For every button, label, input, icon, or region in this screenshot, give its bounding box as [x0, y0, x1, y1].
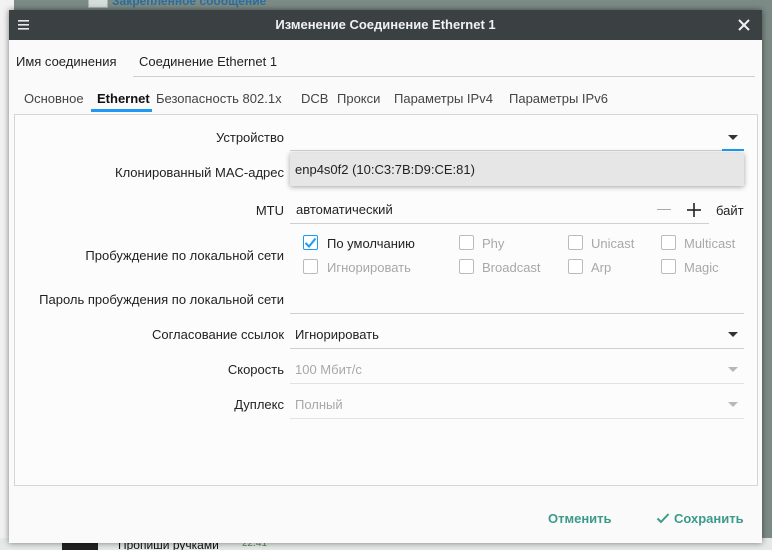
speed-underline: [290, 383, 744, 384]
device-underline: [290, 150, 722, 151]
edit-connection-dialog: Изменение Соединение Ethernet 1 Имя соед…: [9, 10, 762, 543]
tab-ipv6[interactable]: Параметры IPv6: [509, 91, 608, 106]
device-label: Устройство: [215, 130, 284, 145]
cancel-button[interactable]: Отменить: [548, 511, 612, 526]
device-dropdown-popup: enp4s0f2 (10:C3:7B:D9:CE:81): [290, 153, 744, 186]
speed-dropdown-arrow-icon[interactable]: [728, 367, 738, 372]
link-negotiation-label: Согласование ссылок: [151, 327, 284, 342]
connection-name-label: Имя соединения: [16, 54, 117, 69]
wol-phy-checkbox[interactable]: [459, 235, 474, 250]
background-pinned-message: Закрепленное сообщение: [112, 0, 267, 8]
duplex-label: Дуплекс: [234, 397, 284, 412]
wol-magic-checkbox[interactable]: [661, 259, 676, 274]
wol-arp-checkbox[interactable]: [568, 259, 583, 274]
link-negotiation-underline: [290, 348, 744, 349]
active-tab-indicator: [91, 109, 152, 112]
speed-combobox[interactable]: 100 Мбит/с: [295, 362, 715, 377]
mtu-label: MTU: [255, 203, 284, 218]
speed-label: Скорость: [227, 362, 284, 377]
title-bar: Изменение Соединение Ethernet 1: [9, 10, 762, 40]
wol-ignore-checkbox[interactable]: [303, 259, 318, 274]
device-dropdown-arrow-icon[interactable]: [728, 135, 738, 140]
tab-dcb[interactable]: DCB: [301, 91, 328, 106]
close-icon[interactable]: [735, 16, 753, 34]
duplex-dropdown-arrow-icon[interactable]: [728, 402, 738, 407]
wol-phy-label: Phy: [482, 236, 505, 251]
connection-name-underline: [133, 76, 755, 77]
wol-password-input[interactable]: [296, 292, 736, 310]
wol-password-underline: [290, 313, 744, 314]
wol-default-label: По умолчанию: [327, 236, 415, 251]
duplex-combobox[interactable]: Полный: [295, 397, 715, 412]
wol-multicast-label: Multicast: [684, 236, 736, 251]
wol-unicast-label: Unicast: [591, 236, 635, 251]
tab-general[interactable]: Основное: [24, 91, 84, 106]
device-option-label: enp4s0f2 (10:C3:7B:D9:CE:81): [295, 162, 475, 177]
wol-broadcast-checkbox[interactable]: [459, 259, 474, 274]
background-thumbnail: [88, 0, 108, 8]
tab-ethernet[interactable]: Ethernet: [97, 91, 150, 106]
device-option-enp4s0f2[interactable]: enp4s0f2 (10:C3:7B:D9:CE:81): [290, 153, 744, 186]
link-negotiation-dropdown-arrow-icon[interactable]: [728, 332, 738, 337]
wol-ignore-label: Игнорировать: [327, 260, 411, 275]
connection-name-input[interactable]: Соединение Ethernet 1: [139, 54, 277, 69]
window-title: Изменение Соединение Ethernet 1: [275, 17, 496, 32]
wol-magic-label: Magic: [684, 260, 719, 275]
save-check-icon: [656, 513, 670, 524]
mtu-underline: [290, 223, 709, 224]
mtu-input[interactable]: автоматический: [296, 202, 393, 217]
checkmark-icon: [304, 237, 317, 248]
mtu-increment-icon[interactable]: [686, 202, 702, 218]
wol-label: Пробуждение по локальной сети: [85, 248, 284, 263]
mtu-decrement-icon[interactable]: [657, 209, 671, 210]
wol-arp-label: Arp: [591, 260, 612, 275]
tab-proxy[interactable]: Прокси: [337, 91, 380, 106]
tab-security-8021x[interactable]: Безопасность 802.1x: [156, 91, 282, 106]
cloned-mac-label: Клонированный MAC-адрес: [115, 165, 284, 180]
wol-broadcast-label: Broadcast: [482, 260, 541, 275]
tab-ipv4[interactable]: Параметры IPv4: [394, 91, 493, 106]
duplex-underline: [290, 418, 744, 419]
wol-unicast-checkbox[interactable]: [568, 235, 583, 250]
wol-password-label: Пароль пробуждения по локальной сети: [39, 292, 284, 307]
save-button[interactable]: Сохранить: [674, 511, 744, 526]
device-focus-underline: [722, 149, 744, 151]
wol-multicast-checkbox[interactable]: [661, 235, 676, 250]
mtu-unit: байт: [716, 203, 744, 218]
link-negotiation-combobox[interactable]: Игнорировать: [295, 327, 715, 342]
wol-default-checkbox[interactable]: [303, 235, 318, 250]
